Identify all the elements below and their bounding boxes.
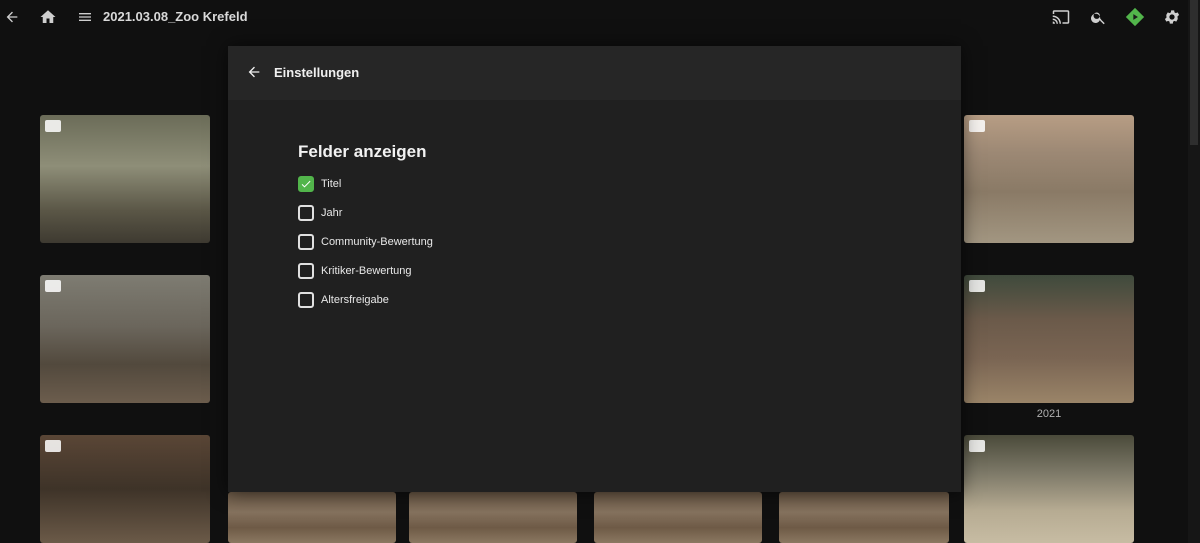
media-tile[interactable] [228,492,396,543]
scrollbar-thumb[interactable] [1190,0,1198,145]
checkbox-checked[interactable] [298,176,314,192]
video-icon [969,120,985,132]
page-title: 2021.03.08_Zoo Krefeld [103,9,248,24]
checkbox-unchecked[interactable] [298,292,314,308]
dialog-title: Einstellungen [274,65,360,80]
cast-icon[interactable] [1051,7,1071,27]
menu-icon[interactable] [75,7,95,27]
dialog-header: Einstellungen [228,46,961,100]
settings-dialog: Einstellungen Felder anzeigen Titel Jahr… [228,46,961,492]
tile-caption: 2021 [1036,408,1062,420]
checkmark-icon [301,180,311,188]
image-icon [969,280,985,292]
video-icon [45,120,61,132]
media-tile[interactable] [594,492,762,543]
option-label: Jahr [321,207,343,219]
media-tile[interactable] [409,492,577,543]
media-tile[interactable] [40,275,210,403]
media-tile[interactable] [779,492,949,543]
option-altersfreigabe[interactable]: Altersfreigabe [298,290,389,310]
media-tile[interactable] [40,435,210,543]
checkbox-unchecked[interactable] [298,205,314,221]
option-jahr[interactable]: Jahr [298,203,342,223]
image-icon [969,440,985,452]
option-label: Titel [321,178,342,190]
settings-gear-icon[interactable] [1162,7,1182,27]
media-tile[interactable] [964,275,1134,403]
option-label: Kritiker-Bewertung [321,265,412,277]
home-icon[interactable] [38,7,58,27]
option-kritiker-bewertung[interactable]: Kritiker-Bewertung [298,261,411,281]
checkbox-unchecked[interactable] [298,234,314,250]
option-label: Altersfreigabe [321,294,389,306]
media-tile[interactable] [40,115,210,243]
option-titel[interactable]: Titel [298,174,341,194]
dialog-back-arrow-icon[interactable] [244,62,264,82]
image-icon [45,440,61,452]
option-label: Community-Bewertung [321,236,433,248]
back-arrow-icon[interactable] [2,7,22,27]
scrollbar-track[interactable] [1188,0,1200,543]
checkbox-unchecked[interactable] [298,263,314,279]
play-diamond-icon[interactable] [1125,7,1145,27]
section-title: Felder anzeigen [298,142,427,161]
video-icon [45,280,61,292]
media-tile[interactable] [964,115,1134,243]
media-tile[interactable] [964,435,1134,543]
search-icon[interactable] [1088,7,1108,27]
app-header: 2021.03.08_Zoo Krefeld [0,0,1200,34]
option-community-bewertung[interactable]: Community-Bewertung [298,232,433,252]
